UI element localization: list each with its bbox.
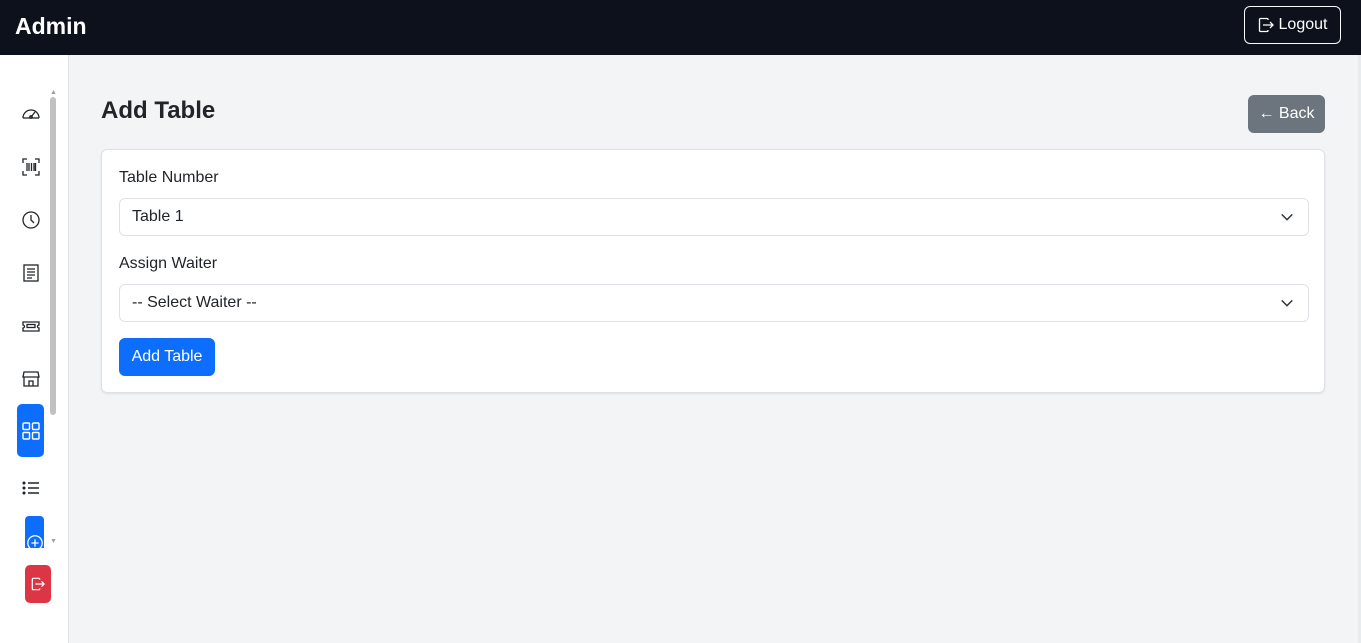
sidebar-item-list[interactable] (17, 473, 44, 503)
barcode-scan-icon (21, 158, 40, 176)
table-number-select[interactable]: Table 1 (119, 198, 1309, 236)
sidebar-item-tables[interactable] (17, 404, 44, 457)
scroll-down-arrow[interactable]: ▼ (50, 538, 57, 545)
list-icon (21, 481, 39, 495)
logout-label: Logout (1278, 16, 1328, 33)
shop-icon (21, 371, 40, 387)
top-navbar: Admin Logout (0, 0, 1361, 55)
sidebar-scrollbar[interactable] (50, 97, 56, 415)
clock-history-icon (21, 211, 40, 229)
logout-button[interactable]: Logout (1244, 6, 1341, 44)
chevron-down-icon (1281, 299, 1293, 307)
speedometer-icon (21, 109, 40, 119)
brand-title: Admin (15, 13, 87, 39)
page-title: Add Table (101, 97, 216, 124)
sidebar-item-scan[interactable] (17, 152, 44, 182)
ticket-icon (21, 321, 40, 332)
table-number-value: Table 1 (132, 208, 184, 225)
sidebar-item-add[interactable] (25, 516, 44, 548)
table-number-label: Table Number (119, 169, 219, 186)
plus-circle-icon (26, 535, 43, 548)
box-arrow-right-icon (31, 577, 45, 591)
add-table-button[interactable]: Add Table (119, 338, 215, 376)
sidebar-item-dashboard[interactable] (17, 99, 44, 129)
receipt-icon (22, 264, 39, 282)
grid-icon (21, 421, 40, 440)
back-button[interactable]: ← Back (1248, 95, 1325, 133)
scroll-up-arrow[interactable]: ▲ (50, 89, 57, 96)
sidebar-item-tickets[interactable] (17, 311, 44, 341)
box-arrow-right-icon (1258, 17, 1274, 33)
sidebar-item-history[interactable] (17, 205, 44, 235)
sidebar-item-orders[interactable] (17, 258, 44, 288)
assign-waiter-value: -- Select Waiter -- (132, 294, 257, 311)
sidebar-item-shop[interactable] (17, 364, 44, 394)
add-table-form-card: Table Number Table 1 Assign Waiter -- Se… (101, 149, 1325, 393)
chevron-down-icon (1281, 213, 1293, 221)
assign-waiter-label: Assign Waiter (119, 255, 218, 272)
sidebar-logout-button[interactable] (25, 565, 51, 603)
assign-waiter-select[interactable]: -- Select Waiter -- (119, 284, 1309, 322)
sidebar: ▲ ▼ (0, 55, 69, 643)
